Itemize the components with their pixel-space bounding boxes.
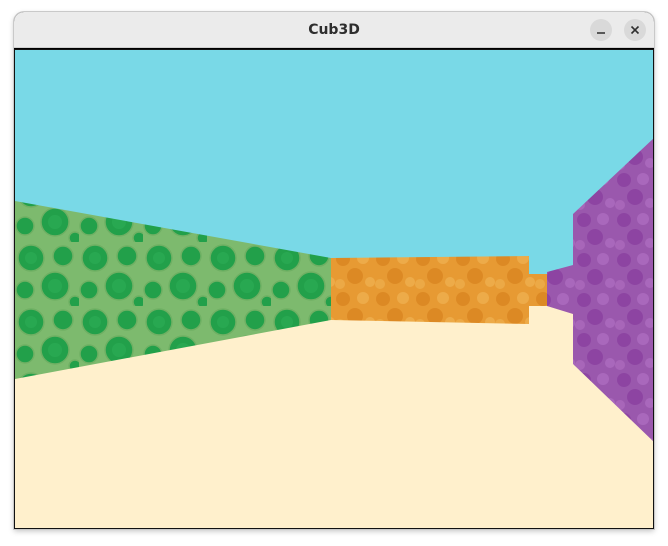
app-window: Cub3D [14,12,654,529]
close-button[interactable] [624,19,646,41]
front-wall-ledge [529,274,547,306]
window-title: Cub3D [308,22,360,38]
minimize-button[interactable] [590,19,612,41]
minimize-icon [597,32,605,34]
far-wall [547,265,573,314]
close-icon [630,25,640,35]
front-wall [331,256,529,324]
game-viewport[interactable] [14,49,654,529]
raycast-scene[interactable] [15,50,653,528]
title-bar[interactable]: Cub3D [14,12,654,48]
